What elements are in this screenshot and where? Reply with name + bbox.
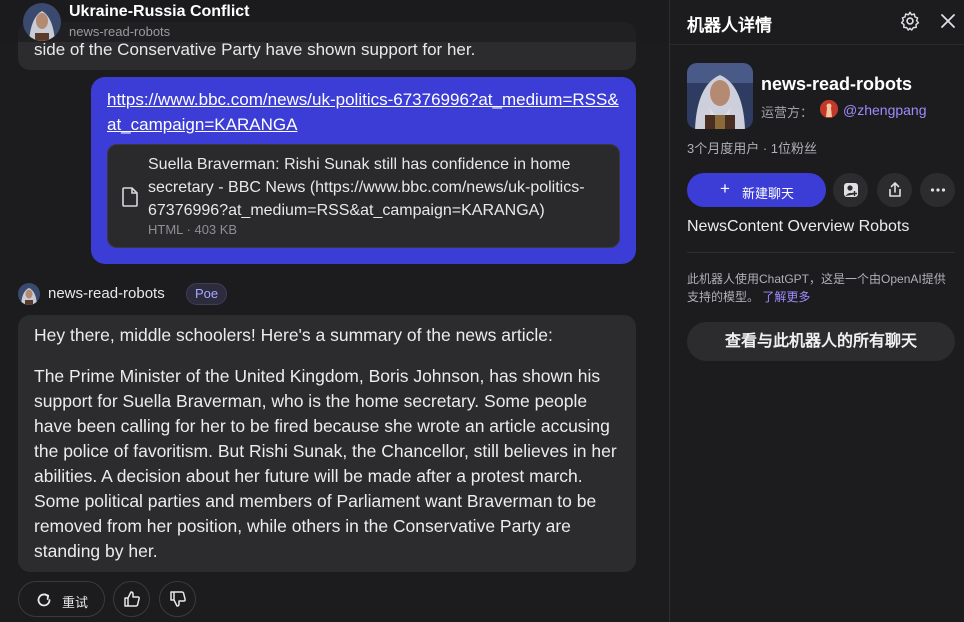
thumbs-up-icon: [124, 591, 140, 607]
new-chat-button[interactable]: + 新建聊天: [687, 173, 826, 207]
chat-subtitle[interactable]: news-read-robots: [69, 24, 170, 39]
bot-message-paragraph: Hey there, middle schoolers! Here's a su…: [34, 325, 553, 345]
share-button[interactable]: [877, 173, 912, 207]
bot-avatar[interactable]: [23, 3, 61, 41]
operator-handle[interactable]: @zhengpang: [843, 102, 927, 118]
model-note: 此机器人使用ChatGPT，这是一个由OpenAI提供支持的模型。 了解更多: [687, 270, 957, 306]
close-button[interactable]: [938, 11, 958, 31]
bot-message-avatar[interactable]: [18, 283, 40, 305]
operator-avatar[interactable]: [820, 100, 838, 118]
user-add-icon: [844, 183, 858, 197]
follow-button[interactable]: [833, 173, 868, 207]
model-note-text: 此机器人使用ChatGPT，这是一个由OpenAI提供支持的模型。: [687, 272, 946, 304]
chat-area: side of the Conservative Party have show…: [0, 0, 669, 622]
panel-title: 机器人详情: [687, 16, 772, 35]
poe-badge: Poe: [186, 283, 228, 305]
dislike-button[interactable]: [159, 581, 196, 617]
more-options-button[interactable]: [920, 173, 955, 207]
share-icon: [889, 182, 901, 197]
user-message-link[interactable]: https://www.bbc.com/news/uk-politics-673…: [107, 87, 627, 137]
plus-icon: +: [720, 179, 730, 198]
bot-stats: 3个月度用户 · 1位粉丝: [687, 141, 818, 156]
chat-header: Ukraine-Russia Conflict news-read-robots: [0, 0, 669, 42]
previous-message-text: side of the Conservative Party have show…: [34, 40, 476, 59]
document-icon: [122, 187, 138, 207]
retry-label: 重试: [62, 595, 89, 610]
panel-divider: [670, 44, 964, 45]
close-icon: [941, 14, 955, 28]
bot-name: news-read-robots: [761, 74, 913, 94]
thumbs-down-icon: [170, 591, 186, 607]
attachment-card[interactable]: Suella Braverman: Rishi Sunak still has …: [107, 144, 620, 248]
view-all-chats-button[interactable]: 查看与此机器人的所有聊天: [687, 322, 955, 361]
panel-divider: [687, 252, 955, 253]
bot-message-paragraph: The Prime Minister of the United Kingdom…: [34, 366, 617, 561]
chat-title: Ukraine-Russia Conflict: [69, 3, 250, 20]
bot-message-name[interactable]: news-read-robots: [48, 285, 165, 302]
more-horizontal-icon: [930, 188, 946, 192]
operator-label: 运营方：: [761, 105, 814, 120]
learn-more-link[interactable]: 了解更多: [762, 290, 810, 304]
gear-icon: [900, 11, 920, 31]
attachment-title: Suella Braverman: Rishi Sunak still has …: [148, 156, 585, 219]
new-chat-label: 新建聊天: [742, 186, 795, 201]
bot-message-bubble: Hey there, middle schoolers! Here's a su…: [18, 315, 636, 572]
like-button[interactable]: [113, 581, 150, 617]
bot-details-panel: 机器人详情 news-read-robots 运营方： @zhengpang 3…: [669, 0, 964, 622]
refresh-icon: [37, 593, 51, 607]
bot-description: NewsContent Overview Robots: [687, 218, 910, 235]
user-message-bubble: https://www.bbc.com/news/uk-politics-673…: [91, 77, 636, 264]
retry-button[interactable]: 重试: [18, 581, 105, 617]
attachment-meta: HTML · 403 KB: [148, 222, 238, 237]
bot-large-avatar: [687, 63, 753, 129]
settings-button[interactable]: [899, 10, 923, 34]
